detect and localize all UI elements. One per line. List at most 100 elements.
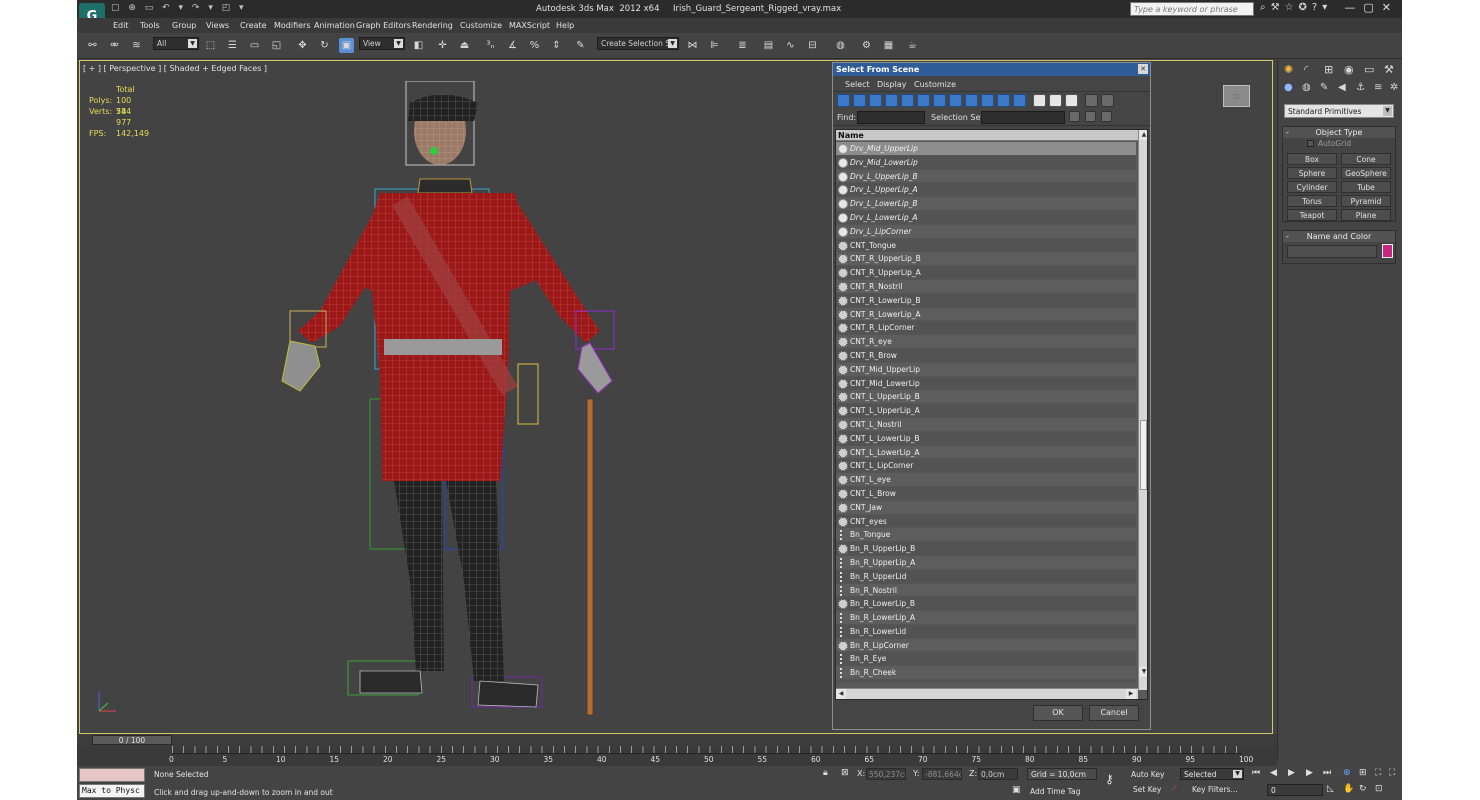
scale-icon[interactable]: ▣ (339, 38, 354, 53)
list-item[interactable]: Bn_R_LowerLip_B (836, 597, 1136, 612)
motion-tab-icon[interactable]: ◉ (1344, 63, 1354, 76)
add-time-tag-button[interactable]: Add Time Tag (1030, 787, 1080, 796)
torus-button[interactable]: Torus (1287, 195, 1337, 207)
menu-tools[interactable]: Tools (140, 21, 160, 30)
ref-coord-dropdown[interactable]: View ▼ (359, 37, 405, 50)
list-item[interactable]: Drv_L_LowerLip_B (836, 197, 1136, 211)
helpers-icon[interactable]: ⚓ (1356, 82, 1365, 93)
name-color-header[interactable]: - Name and Color (1283, 231, 1395, 242)
pan-icon[interactable]: ✋ (1343, 784, 1354, 794)
display-cameras-icon[interactable] (885, 94, 898, 107)
cameras-icon[interactable]: ◀ (1338, 82, 1346, 93)
scroll-down-icon[interactable]: ▼ (1139, 667, 1147, 677)
unlink-icon[interactable]: ⚮ (107, 38, 122, 53)
render-teapot-icon[interactable]: ☕ (905, 38, 920, 53)
shapes-icon[interactable]: ◍ (1302, 82, 1311, 93)
list-item[interactable]: Bn_R_Brow (836, 680, 1136, 682)
menu-maxscript[interactable]: MAXScript (509, 21, 550, 30)
render-setup-icon[interactable]: ⚙ (859, 38, 874, 53)
window-crossing-icon[interactable]: ◱ (269, 38, 284, 53)
cone-button[interactable]: Cone (1341, 153, 1391, 165)
character-model[interactable] (260, 81, 640, 721)
menu-animation[interactable]: Animation (314, 21, 355, 30)
orbit-icon[interactable]: ↻ (1359, 784, 1367, 794)
spinner-snap-icon[interactable]: ⇕ (549, 38, 564, 53)
hierarchy-icon[interactable] (1069, 111, 1080, 122)
dialog-title-bar[interactable]: Select From Scene ✕ (833, 63, 1150, 76)
list-item[interactable]: CNT_Mid_UpperLip (836, 362, 1136, 377)
list-item[interactable]: Bn_Tongue (836, 528, 1136, 543)
display-containers-icon[interactable] (981, 94, 994, 107)
zoom-extents-icon[interactable]: ⛶ (1375, 768, 1381, 778)
display-xrefs-icon[interactable] (949, 94, 962, 107)
menu-customize[interactable]: Customize (460, 21, 502, 30)
sphere-button[interactable]: Sphere (1287, 167, 1337, 179)
maxscript-input[interactable]: Max to Physc (79, 784, 145, 798)
box-button[interactable]: Box (1287, 153, 1337, 165)
rect-selection-icon[interactable]: ▭ (247, 38, 262, 53)
display-helpers-icon[interactable] (901, 94, 914, 107)
object-name-input[interactable] (1287, 245, 1377, 258)
track-bar[interactable]: 0 5 10 15 20 25 30 35 40 45 50 55 60 65 70 75 80 85 90 95 10… (77, 746, 1277, 766)
filter-icon[interactable] (1085, 94, 1098, 107)
list-item[interactable]: CNT_R_LowerLip_B (836, 293, 1136, 308)
z-coordinate-field[interactable]: 0,0cm (978, 768, 1018, 780)
list-item[interactable]: Drv_L_UpperLip_B (836, 169, 1136, 184)
key-filter-icon[interactable]: ⟋ (1171, 784, 1177, 794)
display-bones-icon[interactable] (965, 94, 978, 107)
schematic-view-icon[interactable]: ⊟ (805, 38, 820, 53)
list-item[interactable]: Bn_R_Eye (836, 652, 1136, 667)
list-item[interactable]: Drv_Mid_UpperLip (836, 142, 1136, 156)
category-dropdown[interactable]: Standard Primitives ▼ (1284, 104, 1394, 118)
list-item[interactable]: Drv_L_UpperLip_A (836, 183, 1136, 198)
cylinder-button[interactable]: Cylinder (1287, 181, 1337, 193)
current-frame-field[interactable]: 0 (1267, 784, 1323, 796)
dialog-menu-select[interactable]: Select (845, 80, 870, 89)
list-item[interactable]: CNT_L_LipCorner (836, 459, 1136, 474)
edit-named-sets-icon[interactable]: ✎ (573, 38, 588, 53)
window-controls[interactable]: —▢✕ (1344, 1, 1399, 14)
scroll-right-icon[interactable]: ▶ (1126, 689, 1136, 699)
display-lights-icon[interactable] (869, 94, 882, 107)
lights-icon[interactable]: ✎ (1320, 82, 1328, 93)
time-slider[interactable]: 0 / 100 (92, 735, 172, 745)
list-item[interactable]: CNT_L_LowerLip_B (836, 431, 1136, 446)
zoom-icon[interactable]: ⊕ (1343, 768, 1351, 778)
list-item[interactable]: CNT_Tongue (836, 238, 1136, 253)
display-spacewarps-icon[interactable] (917, 94, 930, 107)
list-item[interactable]: Bn_R_LowerLid (836, 624, 1136, 639)
selection-filter-dropdown[interactable]: All ▼ (153, 37, 199, 50)
scene-object-rows[interactable]: Drv_Mid_UpperLip Drv_Mid_LowerLip Drv_L_Up… (836, 142, 1136, 682)
tube-button[interactable]: Tube (1341, 181, 1391, 193)
auto-key-button[interactable]: Auto Key (1131, 770, 1164, 779)
named-selection-dropdown[interactable]: Create Selection Se ▼ (597, 37, 679, 50)
select-dependents-icon[interactable] (1085, 111, 1096, 122)
systems-icon[interactable]: ✲ (1390, 82, 1398, 93)
curve-editor-icon[interactable]: ∿ (783, 38, 798, 53)
list-item[interactable]: CNT_R_LipCorner (836, 321, 1136, 336)
y-coordinate-field[interactable]: -881,664cr (922, 768, 962, 780)
search-input[interactable]: Type a keyword or phrase (1130, 2, 1254, 16)
teapot-button[interactable]: Teapot (1287, 209, 1337, 221)
align-icon[interactable]: ⊫ (707, 38, 722, 53)
key-filters-button[interactable]: Key Filters... (1192, 785, 1238, 794)
menu-edit[interactable]: Edit (113, 21, 129, 30)
display-groups-icon[interactable] (933, 94, 946, 107)
list-item[interactable]: CNT_L_eye (836, 473, 1136, 487)
list-item[interactable]: Drv_L_LipCorner (836, 224, 1136, 239)
list-item[interactable]: CNT_L_LowerLip_A (836, 445, 1136, 460)
list-item[interactable]: CNT_L_Nostril (836, 417, 1136, 432)
list-item[interactable]: CNT_R_Brow (836, 348, 1136, 363)
display-tab-icon[interactable]: ▭ (1364, 63, 1374, 76)
menu-graph-editors[interactable]: Graph Editors (356, 21, 411, 30)
select-manipulate-icon[interactable]: ✛ (435, 38, 450, 53)
cancel-button[interactable]: Cancel (1089, 705, 1139, 721)
link-icon[interactable]: ⚯ (85, 38, 100, 53)
display-geometry-icon[interactable] (837, 94, 850, 107)
bind-spacewarp-icon[interactable]: ≋ (129, 38, 144, 53)
list-item[interactable]: CNT_R_UpperLip_A (836, 266, 1136, 280)
snap-toggle-icon[interactable]: ³ₙ (483, 38, 498, 53)
scroll-left-icon[interactable]: ◀ (836, 689, 846, 699)
percent-snap-icon[interactable]: % (527, 38, 542, 53)
list-item[interactable]: Drv_L_LowerLip_A (836, 210, 1136, 225)
